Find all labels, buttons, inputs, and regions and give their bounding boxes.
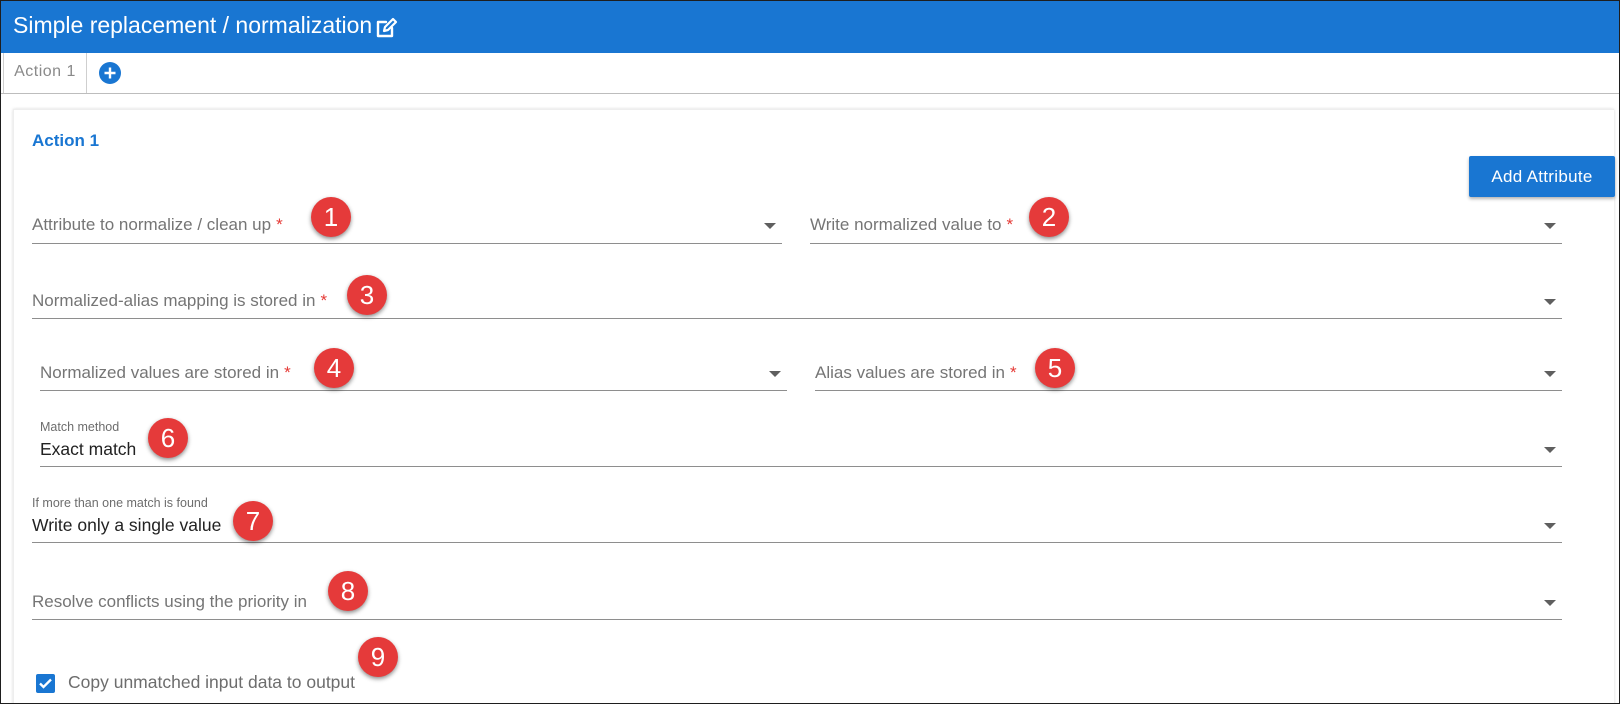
action-title: Action 1 — [32, 131, 100, 150]
dropdown-arrow-icon — [1544, 299, 1556, 305]
required-marker: * — [284, 363, 291, 382]
field-value: Write only a single value — [32, 515, 222, 535]
field-label: Match method — [40, 420, 120, 434]
normalized-values-select[interactable]: Normalized values are stored in * — [40, 354, 787, 391]
dropdown-arrow-icon — [1544, 523, 1556, 529]
title-bar: Simple replacement / normalization — [1, 1, 1619, 53]
required-marker: * — [276, 215, 283, 234]
field-label: Normalized values are stored in — [40, 363, 280, 382]
callout-badge: 7 — [233, 501, 273, 541]
callout-badge: 5 — [1035, 348, 1075, 388]
tab-bar: Action 1 — [1, 53, 1619, 94]
dropdown-arrow-icon — [1544, 600, 1556, 606]
plus-circle-icon[interactable] — [99, 62, 121, 84]
callout-badge: 2 — [1029, 197, 1069, 237]
dialog-frame: Simple replacement / normalization Actio… — [0, 0, 1620, 704]
copy-unmatched-label[interactable]: Copy unmatched input data to output — [68, 672, 355, 693]
dropdown-arrow-icon — [1544, 371, 1556, 377]
attribute-to-normalize-select[interactable]: Attribute to normalize / clean up * — [32, 206, 782, 244]
alias-values-select[interactable]: Alias values are stored in * — [815, 354, 1562, 391]
callout-badge: 9 — [358, 637, 398, 677]
required-marker: * — [320, 291, 328, 310]
match-method-select[interactable]: Match method Exact match — [40, 419, 1562, 467]
callout-badge: 4 — [314, 348, 354, 388]
field-label: Resolve conflicts using the priority in — [32, 592, 307, 611]
tab-action-1[interactable]: Action 1 — [3, 53, 87, 93]
field-label: Alias values are stored in — [815, 363, 1005, 382]
field-label: Write normalized value to — [810, 215, 1002, 234]
edit-icon[interactable] — [374, 16, 398, 40]
dropdown-arrow-icon — [769, 371, 781, 377]
callout-badge: 6 — [148, 418, 188, 458]
callout-badge: 3 — [347, 275, 387, 315]
field-label: If more than one match is found — [32, 496, 208, 510]
field-value: Exact match — [40, 439, 137, 459]
mapping-storage-select[interactable]: Normalized-alias mapping is stored in * — [32, 282, 1562, 319]
page-title: Simple replacement / normalization — [13, 12, 373, 38]
priority-select[interactable]: Resolve conflicts using the priority in — [32, 583, 1562, 620]
dropdown-arrow-icon — [764, 223, 776, 229]
dropdown-arrow-icon — [1544, 223, 1556, 229]
copy-unmatched-checkbox[interactable] — [36, 674, 55, 693]
required-marker: * — [1006, 215, 1014, 234]
add-attribute-button[interactable]: Add Attribute — [1469, 156, 1615, 197]
required-marker: * — [1009, 363, 1017, 382]
field-label: Normalized-alias mapping is stored in — [32, 291, 316, 310]
callout-badge: 1 — [311, 197, 351, 237]
checkmark-icon — [39, 678, 52, 689]
field-label: Attribute to normalize / clean up — [32, 215, 272, 234]
write-normalized-value-select[interactable]: Write normalized value to * — [810, 206, 1562, 244]
dropdown-arrow-icon — [1544, 447, 1556, 453]
callout-badge: 8 — [328, 571, 368, 611]
